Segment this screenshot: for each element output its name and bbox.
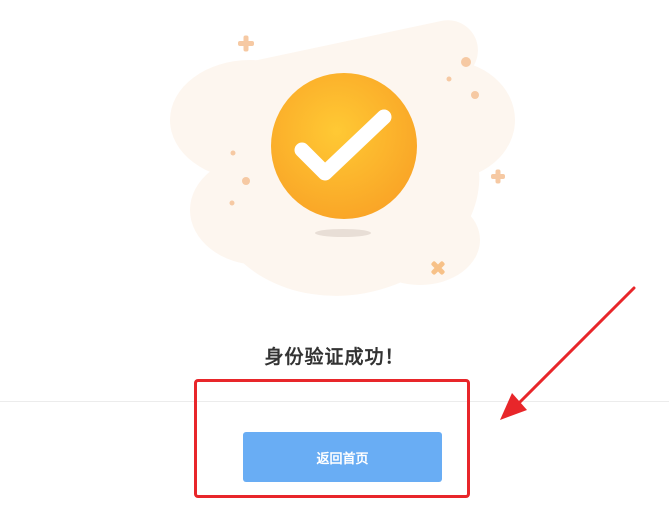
badge-shadow bbox=[315, 229, 371, 237]
success-illustration bbox=[170, 20, 515, 296]
sparkle-plus-icon bbox=[238, 35, 254, 52]
sparkle-plus-icon bbox=[491, 169, 505, 184]
return-home-button[interactable]: 返回首页 bbox=[243, 432, 442, 482]
success-title: 身份验证成功！ bbox=[264, 346, 405, 368]
